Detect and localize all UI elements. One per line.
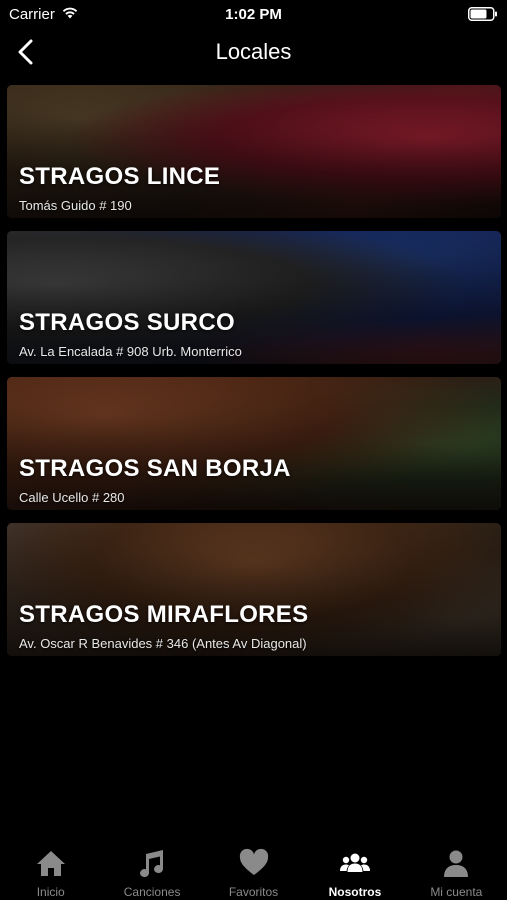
tab-label: Mi cuenta <box>430 885 483 899</box>
location-name: STRAGOS LINCE <box>19 163 221 190</box>
locations-list: STRAGOS LINCE Tomás Guido # 190 STRAGOS … <box>7 85 501 669</box>
clock: 1:02 PM <box>225 6 282 23</box>
location-name: STRAGOS MIRAFLORES <box>19 601 309 628</box>
tab-label: Inicio <box>36 885 65 899</box>
page-title: Locales <box>215 39 292 64</box>
tab-nosotros[interactable]: Nosotros <box>304 840 405 900</box>
navigation-bar: Locales <box>0 28 507 78</box>
location-card-surco[interactable]: STRAGOS SURCO Av. La Encalada # 908 Urb.… <box>7 231 501 364</box>
music-note-icon <box>140 850 164 878</box>
group-icon <box>339 853 370 872</box>
battery-icon <box>468 7 497 21</box>
location-address: Av. Oscar R Benavides # 346 (Antes Av Di… <box>19 636 307 651</box>
home-icon <box>36 851 65 876</box>
tab-bar: Inicio Canciones Favoritos Nosotros Mi c… <box>0 840 507 900</box>
tab-favoritos[interactable]: Favoritos <box>203 840 304 900</box>
location-card-lince[interactable]: STRAGOS LINCE Tomás Guido # 190 <box>7 85 501 218</box>
heart-icon <box>239 848 268 875</box>
location-address: Av. La Encalada # 908 Urb. Monterrico <box>19 344 242 359</box>
tab-mi-cuenta[interactable]: Mi cuenta <box>406 840 507 900</box>
tab-inicio[interactable]: Inicio <box>0 840 101 900</box>
status-bar: Carrier 1:02 PM <box>0 0 507 28</box>
tab-label: Canciones <box>123 885 181 899</box>
location-address: Tomás Guido # 190 <box>19 198 132 213</box>
location-name: STRAGOS SAN BORJA <box>19 455 291 482</box>
user-icon <box>444 850 469 877</box>
location-card-san-borja[interactable]: STRAGOS SAN BORJA Calle Ucello # 280 <box>7 377 501 510</box>
tab-label: Nosotros <box>328 885 382 899</box>
location-address: Calle Ucello # 280 <box>19 490 125 505</box>
location-card-miraflores[interactable]: STRAGOS MIRAFLORES Av. Oscar R Benavides… <box>7 523 501 656</box>
tab-canciones[interactable]: Canciones <box>101 840 202 900</box>
tab-label: Favoritos <box>228 885 279 899</box>
location-name: STRAGOS SURCO <box>19 309 235 336</box>
